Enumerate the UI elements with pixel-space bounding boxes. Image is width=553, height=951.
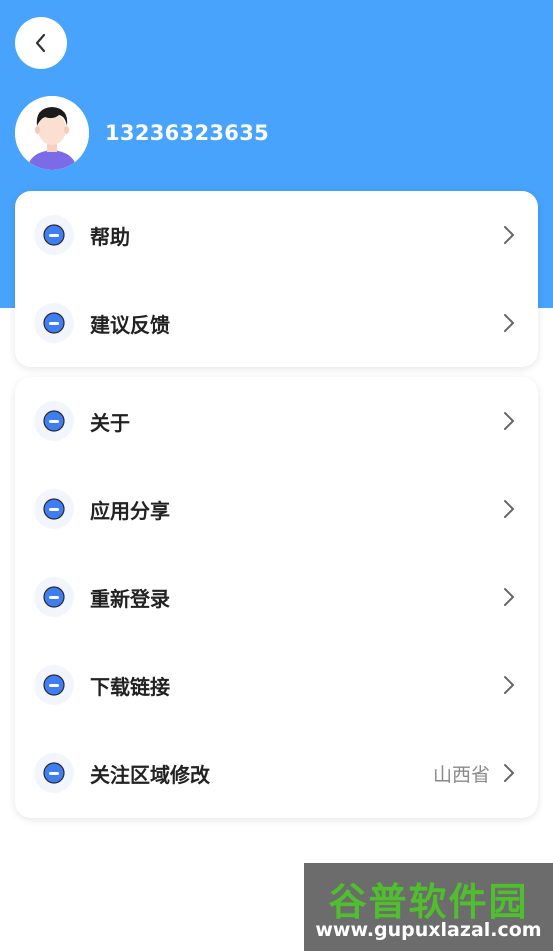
chevron-left-icon [35,33,46,53]
menu-item-share-app[interactable]: 应用分享 [15,465,538,553]
watermark-title: 谷普软件园 [328,880,529,924]
menu-item-label: 帮助 [90,224,130,249]
user-avatar-icon [15,96,89,170]
chevron-right-icon [504,500,514,518]
menu-item-feedback[interactable]: 建议反馈 [15,279,538,367]
menu-item-label: 重新登录 [90,586,170,611]
menu-item-download-link[interactable]: 下载链接 [15,641,538,729]
avatar[interactable] [15,96,89,170]
menu-item-label: 关注区域修改 [90,762,210,787]
region-value: 山西省 [432,763,490,786]
info-icon [43,224,65,246]
info-icon [43,410,65,432]
chevron-right-icon [504,588,514,606]
menu-icon-wrap [34,577,74,617]
chevron-right-icon [504,764,514,782]
profile-header: 13236323635 [15,96,269,170]
menu-item-label: 应用分享 [90,498,170,523]
info-icon [43,762,65,784]
menu-item-about[interactable]: 关于 [15,377,538,465]
menu-item-region[interactable]: 关注区域修改 山西省 [15,729,538,817]
chevron-right-icon [504,226,514,244]
watermark: 谷普软件园 www.gupuxlazal.com [304,863,553,951]
chevron-right-icon [504,412,514,430]
menu-icon-wrap [34,753,74,793]
menu-icon-wrap [34,215,74,255]
menu-icon-wrap [34,489,74,529]
menu-item-help[interactable]: 帮助 [15,191,538,279]
back-button[interactable] [15,17,67,69]
menu-icon-wrap [34,665,74,705]
menu-item-label: 建议反馈 [90,312,170,337]
info-icon [43,312,65,334]
menu-icon-wrap [34,303,74,343]
menu-item-label: 关于 [90,410,130,435]
info-icon [43,498,65,520]
menu-card-general: 关于 应用分享 重新登录 下载链接 关注区域修改 山西省 [15,377,538,818]
phone-number: 13236323635 [105,121,270,145]
menu-item-relogin[interactable]: 重新登录 [15,553,538,641]
chevron-right-icon [504,676,514,694]
info-icon [43,674,65,696]
menu-item-label: 下载链接 [90,674,170,699]
menu-card-support: 帮助 建议反馈 [15,191,538,367]
info-icon [43,586,65,608]
menu-icon-wrap [34,401,74,441]
chevron-right-icon [504,314,514,332]
watermark-url: www.gupuxlazal.com [315,919,542,941]
